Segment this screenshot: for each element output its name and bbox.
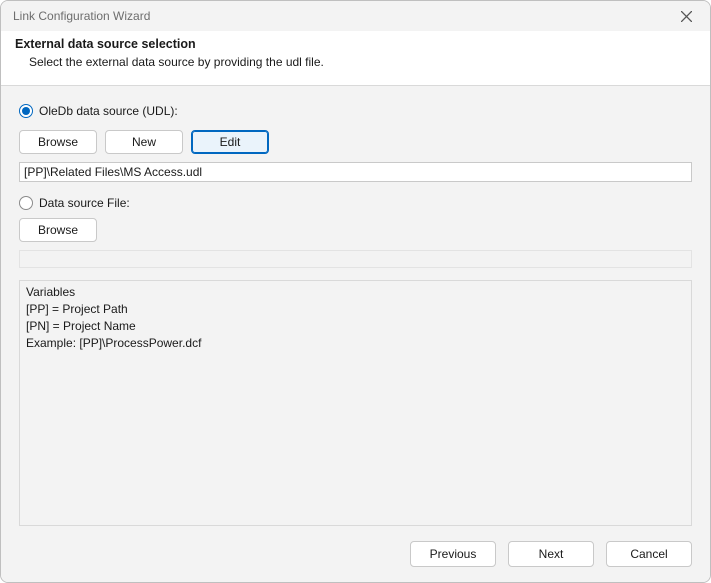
file-browse-button[interactable]: Browse: [19, 218, 97, 242]
variables-line: [PP] = Project Path: [26, 301, 685, 318]
close-icon: [681, 11, 692, 22]
window-close-button[interactable]: [672, 2, 700, 30]
oledb-radio-label: OleDb data source (UDL):: [39, 104, 178, 118]
oledb-button-row: Browse New Edit: [19, 130, 692, 154]
file-path-input[interactable]: [19, 250, 692, 268]
file-source-section: Data source File: Browse: [19, 196, 692, 268]
wizard-window: Link Configuration Wizard External data …: [0, 0, 711, 583]
window-title: Link Configuration Wizard: [13, 9, 150, 23]
oledb-edit-button[interactable]: Edit: [191, 130, 269, 154]
file-button-row: Browse: [19, 218, 692, 242]
variables-line: [PN] = Project Name: [26, 318, 685, 335]
wizard-subtext: Select the external data source by provi…: [29, 55, 696, 69]
variables-heading: Variables: [26, 285, 685, 299]
oledb-path-input[interactable]: [PP]\Related Files\MS Access.udl: [19, 162, 692, 182]
oledb-new-button[interactable]: New: [105, 130, 183, 154]
oledb-radio-row: OleDb data source (UDL):: [19, 104, 692, 118]
next-button[interactable]: Next: [508, 541, 594, 567]
wizard-body: OleDb data source (UDL): Browse New Edit…: [1, 86, 710, 526]
oledb-browse-button[interactable]: Browse: [19, 130, 97, 154]
file-radio-row: Data source File:: [19, 196, 692, 210]
previous-button[interactable]: Previous: [410, 541, 496, 567]
variables-box: Variables [PP] = Project Path [PN] = Pro…: [19, 280, 692, 526]
wizard-footer: Previous Next Cancel: [1, 526, 710, 582]
oledb-radio[interactable]: [19, 104, 33, 118]
wizard-header: External data source selection Select th…: [1, 31, 710, 86]
cancel-button[interactable]: Cancel: [606, 541, 692, 567]
oledb-path-value: [PP]\Related Files\MS Access.udl: [24, 165, 202, 179]
variables-line: Example: [PP]\ProcessPower.dcf: [26, 335, 685, 352]
titlebar: Link Configuration Wizard: [1, 1, 710, 31]
wizard-heading: External data source selection: [15, 37, 696, 51]
file-radio[interactable]: [19, 196, 33, 210]
file-radio-label: Data source File:: [39, 196, 130, 210]
